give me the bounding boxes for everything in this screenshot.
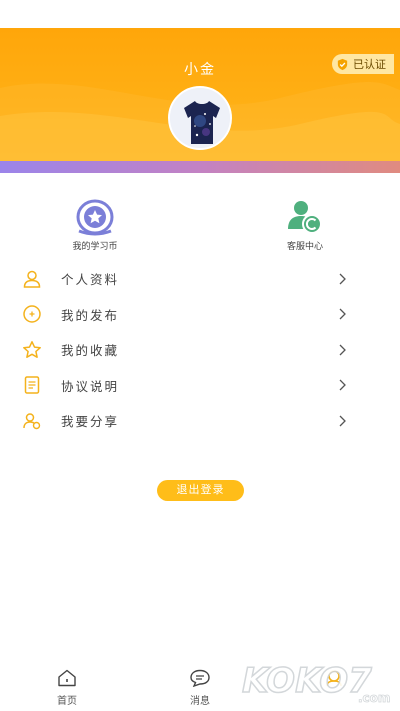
customer-service-shortcut[interactable]: 客服中心 (265, 199, 345, 252)
tab-home[interactable]: 首页 (42, 669, 92, 707)
tab-messages[interactable]: 消息 (175, 669, 225, 707)
tab-label-home: 首页 (57, 696, 77, 707)
profile-header: 小金 已认证 (0, 28, 400, 161)
chevron-right-icon (339, 344, 346, 356)
my-coins-shortcut[interactable]: 我的学习币 (55, 199, 135, 252)
share-people-icon (23, 413, 41, 429)
menu-item-agreement[interactable]: 协议说明 (0, 368, 400, 404)
logout-button[interactable]: 退出登录 (157, 480, 244, 501)
message-icon (190, 669, 210, 688)
profile-menu: 个人资料 我的发布 我的收藏 协议说明 我要分享 (0, 261, 400, 439)
chevron-right-icon (339, 379, 346, 391)
watermark-logo: KOKO7 .com (241, 660, 391, 705)
customer-service-icon (288, 201, 322, 234)
menu-label-profile: 个人资料 (61, 272, 120, 288)
avatar[interactable] (168, 86, 232, 150)
chevron-right-icon (339, 273, 346, 285)
status-bar (0, 0, 400, 28)
menu-label-agreement: 协议说明 (61, 378, 120, 394)
star-icon (23, 340, 41, 358)
verified-shield-icon (337, 58, 348, 70)
person-icon (23, 270, 41, 288)
menu-label-favorites: 我的收藏 (61, 343, 120, 359)
menu-item-favorites[interactable]: 我的收藏 (0, 332, 400, 368)
svg-text:KOKO7: KOKO7 (242, 661, 372, 701)
menu-item-profile[interactable]: 个人资料 (0, 261, 400, 297)
tab-label-messages: 消息 (190, 696, 210, 707)
shortcut-label-coins: 我的学习币 (72, 242, 118, 252)
home-icon (58, 669, 76, 687)
menu-label-share: 我要分享 (61, 414, 120, 430)
menu-item-my-posts[interactable]: 我的发布 (0, 297, 400, 333)
svg-text:.com: .com (358, 691, 390, 705)
menu-label-my-posts: 我的发布 (61, 307, 120, 323)
header-gradient-band (0, 161, 400, 173)
plus-circle-icon (23, 305, 41, 323)
document-icon (24, 376, 40, 394)
shortcut-label-service: 客服中心 (286, 242, 323, 252)
verified-label: 已认证 (353, 58, 386, 71)
chevron-right-icon (339, 308, 346, 320)
chevron-right-icon (339, 415, 346, 427)
star-badge-icon (76, 199, 114, 236)
menu-item-share[interactable]: 我要分享 (0, 403, 400, 439)
verified-badge: 已认证 (332, 54, 394, 74)
